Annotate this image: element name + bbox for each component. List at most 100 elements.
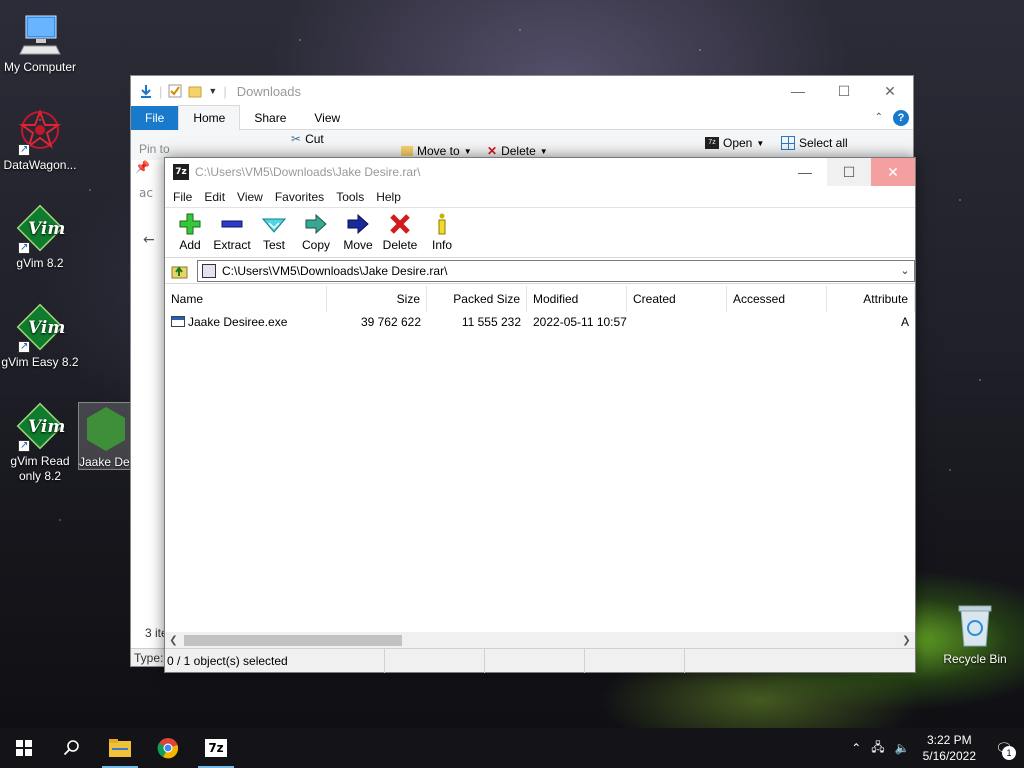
desktop-icon-recycle-bin[interactable]: Recycle Bin [935,602,1015,667]
nodejs-icon [82,405,130,453]
tab-share[interactable]: Share [240,106,300,130]
file-explorer-icon [109,739,131,757]
column-header-accessed[interactable]: Accessed [727,286,827,312]
navigation-pane[interactable]: ← 📌 ac [131,160,165,636]
pin-to-quick-access-button[interactable]: Pin to [139,142,170,156]
desktop-icon-label: gVim Read only 8.2 [10,454,70,483]
file-attributes-cell: A [900,315,909,329]
minus-icon [221,220,243,228]
scroll-right-icon[interactable]: ❯ [898,635,915,646]
ribbon-body: Pin to ✂ Cut Move to ▼ ✕ Delete ▼ 7z Open ▼… [131,130,913,160]
desktop-icon-gvim[interactable]: Vim gVim 8.2 [0,204,80,271]
file-list-header: Name Size Packed Size Modified Created A… [165,286,915,312]
vim-icon: Vim [16,204,65,255]
column-header-attributes[interactable]: Attribute [827,286,915,312]
tab-view[interactable]: View [300,106,354,130]
menu-edit[interactable]: Edit [198,190,231,204]
close-button[interactable]: ✕ [871,158,915,186]
explorer-type-label: Type: [131,648,165,666]
file-name-cell: Jaake Desiree.exe [165,315,327,329]
status-bar: 0 / 1 object(s) selected [165,648,915,673]
minimize-button[interactable]: — [775,76,821,106]
menu-help[interactable]: Help [370,190,407,204]
taskbar: 7z ⌃ 🖧 🔈 3:22 PM 5/16/2022 🗨 1 [0,728,1024,768]
column-header-modified[interactable]: Modified [527,286,627,312]
desktop-icon-datawagon[interactable]: DataWagon... [0,108,80,173]
file-list[interactable]: Name Size Packed Size Modified Created A… [165,286,915,632]
menu-tools[interactable]: Tools [330,190,370,204]
7zip-toolbar: Add Extract Test Copy Move Delete Info [165,208,915,258]
copy-button[interactable]: Copy [297,212,335,252]
up-folder-button[interactable] [169,260,191,282]
desktop-icon-gvim-readonly[interactable]: Vim gVim Read only 8.2 [0,402,80,484]
chevron-down-icon[interactable]: ▼ [208,86,217,96]
tab-file[interactable]: File [131,105,179,130]
properties-icon[interactable] [168,84,182,98]
notification-center-button[interactable]: 🗨 1 [984,728,1024,768]
desktop-icon-label: DataWagon... [3,158,77,172]
table-row[interactable]: Jaake Desiree.exe 39 762 622 11 555 232 … [165,312,915,332]
close-button[interactable]: ✕ [867,76,913,106]
search-button[interactable] [48,728,96,768]
plus-icon [179,213,201,235]
explorer-titlebar[interactable]: | ▼ | Downloads — ☐ ✕ [131,76,913,106]
exe-file-icon [171,316,185,327]
recycle-bin-icon [951,602,999,650]
explorer-title: Downloads [236,83,302,99]
help-icon[interactable]: ? [893,109,909,126]
taskbar-file-explorer[interactable] [96,728,144,768]
column-header-created[interactable]: Created [627,286,727,312]
datawagon-icon [16,108,64,157]
delete-button[interactable]: ✕ Delete ▼ [487,144,548,158]
desktop-icon-gvim-easy[interactable]: Vim gVim Easy 8.2 [0,303,80,370]
network-icon[interactable]: 🖧 [866,738,889,759]
status-segment [485,648,585,673]
extract-button[interactable]: Extract [213,212,251,252]
test-button[interactable]: Test [255,212,293,252]
new-folder-icon[interactable] [188,84,202,98]
address-input[interactable]: C:\Users\VM5\Downloads\Jake Desire.rar\ … [197,259,915,282]
cut-button[interactable]: ✂ Cut [291,132,324,146]
status-selection: 0 / 1 object(s) selected [165,648,385,673]
chevron-up-icon[interactable]: ⌃ [846,741,866,755]
column-header-size[interactable]: Size [327,286,427,312]
maximize-button[interactable]: ☐ [821,76,867,106]
taskbar-7zip[interactable]: 7z [192,728,240,768]
desktop-icon-label: gVim Easy 8.2 [1,355,79,369]
scrollbar-thumb[interactable] [184,635,402,646]
chevron-up-icon[interactable]: ⌃ [875,112,883,123]
add-button[interactable]: Add [171,212,209,252]
menu-view[interactable]: View [231,190,269,204]
chevron-down-icon[interactable]: ⌄ [896,264,914,277]
desktop-icon-my-computer[interactable]: My Computer [0,10,80,75]
7zip-titlebar[interactable]: 7z C:\Users\VM5\Downloads\Jake Desire.ra… [165,158,915,186]
move-button[interactable]: Move [339,212,377,252]
maximize-button[interactable]: ☐ [827,158,871,186]
pin-overflow-label: ac [139,186,153,200]
menu-favorites[interactable]: Favorites [269,190,330,204]
speaker-icon[interactable]: 🔈 [890,741,915,755]
select-all-button[interactable]: Select all [781,136,848,150]
desktop-icon-jaake-desiree[interactable]: Jaake Des [78,402,134,470]
select-all-icon [781,136,795,150]
tab-home[interactable]: Home [178,105,241,130]
scrollbar-track[interactable] [182,632,898,649]
info-button[interactable]: Info [423,212,461,252]
column-header-name[interactable]: Name [165,286,327,312]
7zip-window[interactable]: 7z C:\Users\VM5\Downloads\Jake Desire.ra… [164,157,916,673]
delete-button[interactable]: Delete [381,212,419,252]
clock[interactable]: 3:22 PM 5/16/2022 [915,732,984,764]
7zip-title: C:\Users\VM5\Downloads\Jake Desire.rar\ [195,165,421,179]
taskbar-chrome[interactable] [144,728,192,768]
open-button[interactable]: 7z Open ▼ [705,136,764,150]
back-arrow-icon[interactable]: ← [143,232,155,248]
move-to-button[interactable]: Move to ▼ [401,144,472,158]
horizontal-scrollbar[interactable]: ❮ ❯ [165,632,915,649]
minimize-button[interactable]: — [783,158,827,186]
vim-icon: Vim [16,402,65,453]
column-header-packed-size[interactable]: Packed Size [427,286,527,312]
start-button[interactable] [0,728,48,768]
scissors-icon: ✂ [291,132,302,146]
menu-file[interactable]: File [167,190,198,204]
scroll-left-icon[interactable]: ❮ [165,635,182,646]
